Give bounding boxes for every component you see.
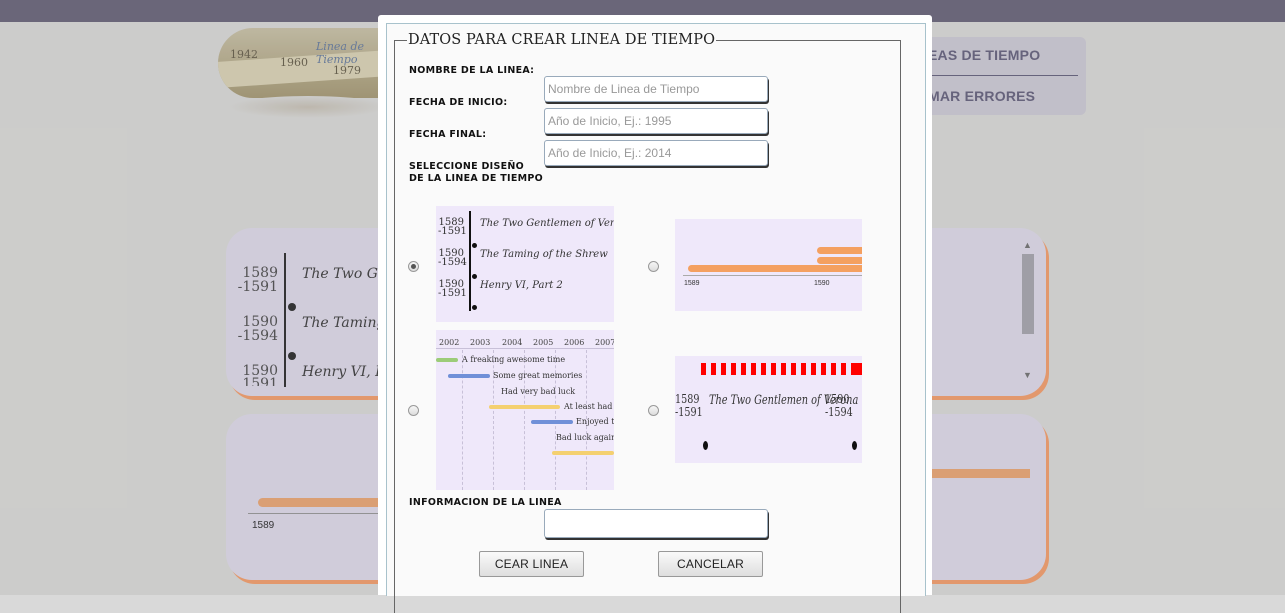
- name-label: NOMBRE DE LA LINEA:: [409, 65, 535, 76]
- design-radio-1[interactable]: [408, 261, 419, 272]
- form-legend: DATOS PARA CREAR LINEA DE TIEMPO: [408, 32, 716, 48]
- thumb-dot: [852, 441, 857, 450]
- thumb-year: 1589: [675, 392, 700, 406]
- cancel-button[interactable]: CANCELAR: [658, 551, 763, 577]
- thumb-axis: [436, 348, 614, 349]
- end-year-input[interactable]: [544, 140, 768, 166]
- thumb-tick: [811, 363, 816, 375]
- thumb-event-bar: [531, 420, 573, 424]
- design-thumbnail-horizontal[interactable]: 1589 -1591 The Two Gentlemen of Verona 1…: [675, 356, 862, 463]
- info-textarea[interactable]: [544, 509, 768, 538]
- name-input[interactable]: [544, 76, 768, 102]
- thumb-tick: [791, 363, 796, 375]
- thumb-year: -1591: [438, 226, 467, 237]
- thumb-year: 2007: [595, 338, 614, 347]
- thumb-dot: [472, 274, 477, 279]
- thumb-event-bar: [489, 405, 560, 409]
- design-radio-2[interactable]: [648, 261, 659, 272]
- design-label-line1: SELECCIONE DISEÑO: [409, 161, 525, 172]
- thumb-gridline: [462, 350, 464, 490]
- thumb-title: The Two Gentlemen of Verona: [480, 218, 614, 229]
- thumb-tick: [751, 363, 756, 375]
- thumb-year: -1594: [438, 257, 467, 268]
- design-thumbnail-bars[interactable]: 1589 1590: [675, 219, 862, 311]
- thumb-event-label: At least had fun: [564, 402, 614, 411]
- thumb-axis: [469, 211, 471, 311]
- thumb-year: -1591: [675, 405, 703, 419]
- thumb-axis-label: 1589: [684, 280, 700, 287]
- thumb-year: -1591: [438, 288, 467, 299]
- thumb-event-label: Some great memories: [493, 371, 583, 380]
- thumb-event-bar: [436, 358, 458, 362]
- create-timeline-dialog: DATOS PARA CREAR LINEA DE TIEMPO NOMBRE …: [378, 15, 932, 613]
- design-label-line2: DE LA LINEA DE TIEMPO: [409, 173, 544, 184]
- end-date-label: FECHA FINAL:: [409, 129, 487, 140]
- thumb-year: 1590: [825, 392, 850, 406]
- design-label: SELECCIONE DISEÑO DE LA LINEA DE TIEMPO: [409, 161, 543, 185]
- thumb-year: 2006: [564, 338, 585, 347]
- create-timeline-button[interactable]: CEAR LINEA: [479, 551, 584, 577]
- thumb-bar: [817, 247, 862, 254]
- thumb-year: 2003: [470, 338, 491, 347]
- thumb-bar: [817, 257, 862, 264]
- thumb-year: 2005: [533, 338, 554, 347]
- design-radio-4[interactable]: [648, 405, 659, 416]
- thumb-dot: [472, 243, 477, 248]
- thumb-event-label: Enjoyed tho: [576, 417, 614, 426]
- thumb-tick: [821, 363, 826, 375]
- start-year-input[interactable]: [544, 108, 768, 134]
- thumb-event-label: Had very bad luck: [501, 387, 576, 396]
- thumb-year: 2002: [439, 338, 460, 347]
- thumb-axis-label: 1590: [814, 280, 830, 287]
- thumb-dot: [472, 305, 477, 310]
- thumb-tick: [711, 363, 716, 375]
- thumb-year: 2004: [502, 338, 523, 347]
- thumb-event-bar: [448, 374, 490, 378]
- thumb-tick: [761, 363, 766, 375]
- thumb-event-bar: [552, 451, 614, 455]
- thumb-tick-row: [701, 363, 862, 375]
- thumb-year: -1594: [825, 405, 853, 419]
- start-date-label: FECHA DE INICIO:: [409, 97, 508, 108]
- thumb-tick: [781, 363, 786, 375]
- thumb-tick: [841, 363, 846, 375]
- thumb-tick: [721, 363, 726, 375]
- thumb-title: The Taming of the Shrew: [480, 249, 608, 260]
- thumb-tick: [831, 363, 836, 375]
- design-thumbnail-gantt[interactable]: 2002 2003 2004 2005 2006 2007 A freaking…: [436, 330, 614, 490]
- thumb-tick: [801, 363, 806, 375]
- dialog-body: DATOS PARA CREAR LINEA DE TIEMPO NOMBRE …: [386, 23, 926, 613]
- thumb-title: Henry VI, Part 2: [480, 280, 563, 291]
- thumb-tick: [741, 363, 746, 375]
- thumb-tick: [701, 363, 706, 375]
- thumb-event-label: Bad luck again: [556, 433, 614, 442]
- design-thumbnail-vertical[interactable]: 1589 -1591 The Two Gentlemen of Verona 1…: [436, 206, 614, 322]
- info-label: INFORMACION DE LA LINEA: [409, 497, 562, 508]
- thumb-tick: [851, 363, 862, 375]
- thumb-axis: [683, 275, 862, 276]
- thumb-dot: [703, 441, 708, 450]
- thumb-bar: [688, 265, 862, 272]
- thumb-tick: [731, 363, 736, 375]
- thumb-event-label: A freaking awesome time: [462, 355, 566, 364]
- design-radio-3[interactable]: [408, 405, 419, 416]
- thumb-tick: [771, 363, 776, 375]
